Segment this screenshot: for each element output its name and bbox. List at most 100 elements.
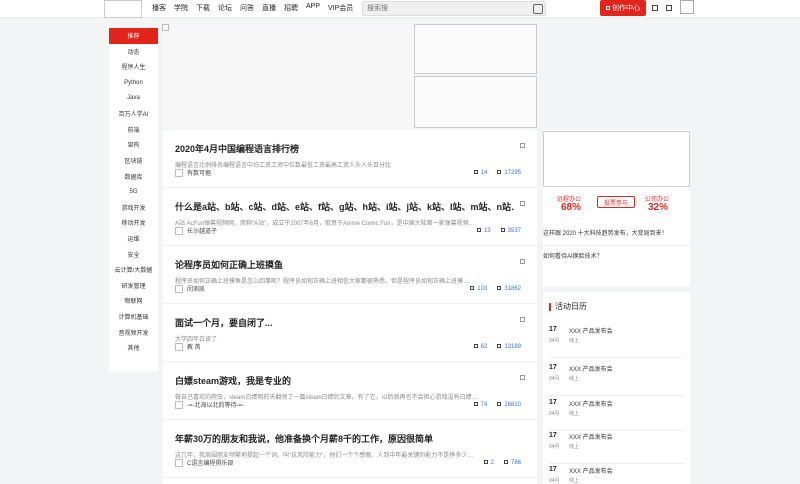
- user-avatar[interactable]: [680, 0, 694, 14]
- nav-item-app[interactable]: APP: [306, 3, 320, 13]
- author-avatar[interactable]: [175, 284, 183, 293]
- ad-image[interactable]: [543, 131, 690, 187]
- article-title[interactable]: 白嫖steam游戏，我是专业的: [175, 374, 515, 387]
- sidebar-item[interactable]: 运维: [109, 231, 158, 247]
- carousel-banner[interactable]: [162, 24, 414, 128]
- article-title[interactable]: 什么是a站、b站、c站、d站、e站、f站、g站、h站、i站、j站、k站、l站、m…: [175, 200, 515, 213]
- author-name[interactable]: 闵测凯: [187, 284, 205, 293]
- author-avatar[interactable]: [175, 342, 183, 351]
- vote-button[interactable]: 投票参与: [597, 196, 635, 208]
- sidebar-item[interactable]: 前端: [109, 122, 158, 138]
- nav-item-vip[interactable]: VIP会员: [328, 3, 353, 13]
- author-avatar[interactable]: [175, 400, 183, 409]
- article-feed: 2020年4月中国编程语言排行榜 编程语言比例排名编程语言中均工资工资中位数最低…: [163, 130, 537, 484]
- comment-icon: [476, 228, 481, 232]
- sidebar-item[interactable]: 架构: [109, 137, 158, 153]
- comment-icon: [473, 344, 478, 348]
- notification-icon[interactable]: [666, 5, 672, 11]
- view-count: 31862: [504, 286, 521, 292]
- article-card[interactable]: 面试一个月，要自闭了... 大学四年白读了 教 芮 62 13189: [163, 304, 537, 362]
- comment-count: 74: [480, 402, 488, 408]
- event-name[interactable]: XXX 产品发布会: [569, 432, 613, 441]
- side-banner-bottom[interactable]: [414, 76, 537, 128]
- sidebar-item[interactable]: Python: [109, 75, 158, 91]
- search-icon[interactable]: [533, 4, 543, 14]
- article-card[interactable]: 什么是a站、b站、c站、d站、e站、f站、g站、h站、i站、j站、k站、l站、m…: [163, 188, 537, 246]
- right-panel: 远程办公 68% 投票参与 公司办公 32% 这样跟 2020 十大科技趋势发布…: [543, 130, 690, 286]
- author-name[interactable]: -=-北海以北的等待-=-: [187, 400, 244, 409]
- calendar-event[interactable]: 17 04月 XXX 产品发布会 线上: [549, 464, 685, 484]
- sidebar-item[interactable]: Java: [109, 90, 158, 106]
- author-avatar[interactable]: [175, 168, 183, 177]
- event-name[interactable]: XXX 产品发布会: [569, 399, 613, 408]
- top-navbar: 播客 学院 下载 论坛 问答 直播 招聘 APP VIP会员 创作中心: [0, 0, 800, 18]
- dismiss-icon[interactable]: [520, 143, 525, 148]
- calendar-event[interactable]: 17 04月 XXX 产品发布会 线上: [549, 430, 685, 464]
- topic-link[interactable]: 这样跟 2020 十大科技趋势发布，大变局到来！: [543, 227, 690, 241]
- message-icon[interactable]: [652, 5, 658, 11]
- dismiss-icon[interactable]: [520, 317, 525, 322]
- article-meta: 闵测凯: [175, 284, 205, 293]
- site-logo[interactable]: [104, 0, 142, 18]
- event-name[interactable]: XXX 产品发布会: [569, 364, 613, 373]
- article-title[interactable]: 年薪30万的朋友和我说，他准备换个月薪8千的工作，原因很简单: [175, 432, 515, 445]
- sidebar-item[interactable]: 区块链: [109, 153, 158, 169]
- event-month: 04月: [549, 411, 560, 417]
- article-card[interactable]: 论程序员如何正确上班摸鱼 程序员如何正确上班摸鱼是怎么回事呢？程序员如何正确上班…: [163, 246, 537, 304]
- event-name[interactable]: XXX 产品发布会: [569, 326, 613, 335]
- sidebar-item[interactable]: 5G: [109, 184, 158, 200]
- sidebar-item[interactable]: 移动开发: [109, 215, 158, 231]
- sidebar-item[interactable]: 数据库: [109, 168, 158, 184]
- vote-right-percent: 32%: [648, 202, 669, 213]
- article-card[interactable]: 2020年4月中国编程语言排行榜 编程语言比例排名编程语言中均工资工资中位数最低…: [163, 130, 537, 188]
- search-box: [362, 1, 546, 16]
- article-meta: 长沙越道子: [175, 226, 217, 235]
- sidebar-item[interactable]: 其他: [109, 340, 158, 356]
- calendar-event[interactable]: 17 04月 XXX 产品发布会 线上: [549, 397, 685, 431]
- sidebar-item[interactable]: 百万人学AI: [109, 106, 158, 122]
- author-avatar[interactable]: [175, 226, 183, 235]
- calendar-header: 活动日历: [549, 301, 587, 312]
- article-card[interactable]: 白嫖steam游戏，我是专业的 做自己喜欢的爬虫，steam白嫖明的天翻领了一篇…: [163, 362, 537, 420]
- article-title[interactable]: 面试一个月，要自闭了...: [175, 316, 515, 329]
- article-title[interactable]: 2020年4月中国编程语言排行榜: [175, 142, 515, 155]
- comment-count: 62: [480, 344, 488, 350]
- article-card[interactable]: 年薪30万的朋友和我说，他准备换个月薪8千的工作，原因很简单 这几年，我周围朋友…: [163, 420, 537, 478]
- dismiss-icon[interactable]: [520, 259, 525, 264]
- author-avatar[interactable]: [175, 458, 183, 467]
- nav-item-jobs[interactable]: 招聘: [284, 3, 298, 13]
- nav-item-forum[interactable]: 论坛: [218, 3, 232, 13]
- sidebar-item[interactable]: 安全: [109, 246, 158, 262]
- nav-item-download[interactable]: 下载: [196, 3, 210, 13]
- nav-item-blog[interactable]: 播客: [152, 3, 166, 13]
- sidebar-item[interactable]: 云计算/大数据: [109, 262, 158, 278]
- dismiss-icon[interactable]: [520, 201, 525, 206]
- event-name[interactable]: XXX 产品发布会: [569, 466, 613, 475]
- sidebar-item[interactable]: 计算机基础: [109, 309, 158, 325]
- article-title[interactable]: 论程序员如何正确上班摸鱼: [175, 258, 515, 271]
- sidebar-item[interactable]: 研发管理: [109, 278, 158, 294]
- sidebar-item-recommend[interactable]: 推荐: [109, 28, 158, 44]
- author-name[interactable]: 教 芮: [187, 342, 201, 351]
- author-name[interactable]: C语言编程俱乐部: [187, 458, 233, 467]
- topic-link[interactable]: 如何看待AI换脸技术？: [543, 245, 690, 264]
- sidebar-item[interactable]: 物联网: [109, 293, 158, 309]
- side-banner-top[interactable]: [414, 24, 537, 74]
- author-name[interactable]: 有数可据: [187, 168, 211, 177]
- search-input[interactable]: [367, 3, 527, 14]
- sidebar-item[interactable]: 音视频开发: [109, 324, 158, 340]
- nav-item-live[interactable]: 直播: [262, 3, 276, 13]
- event-location: 线上: [569, 444, 580, 450]
- calendar-event[interactable]: 17 04月 XXX 产品发布会 线上: [549, 362, 685, 396]
- dismiss-icon[interactable]: [520, 375, 525, 380]
- vote-widget: 远程办公 68% 投票参与 公司办公 32%: [543, 194, 690, 220]
- nav-item-academy[interactable]: 学院: [174, 3, 188, 13]
- creator-center-button[interactable]: 创作中心: [600, 0, 646, 16]
- sidebar-item[interactable]: 动态: [109, 44, 158, 60]
- nav-item-qa[interactable]: 问答: [240, 3, 254, 13]
- author-name[interactable]: 长沙越道子: [187, 226, 217, 235]
- sidebar-item[interactable]: 游戏开发: [109, 200, 158, 216]
- sidebar-item[interactable]: 程序人生: [109, 59, 158, 75]
- view-icon: [500, 228, 505, 232]
- calendar-event[interactable]: 17 04月 XXX 产品发布会 线上: [549, 324, 685, 358]
